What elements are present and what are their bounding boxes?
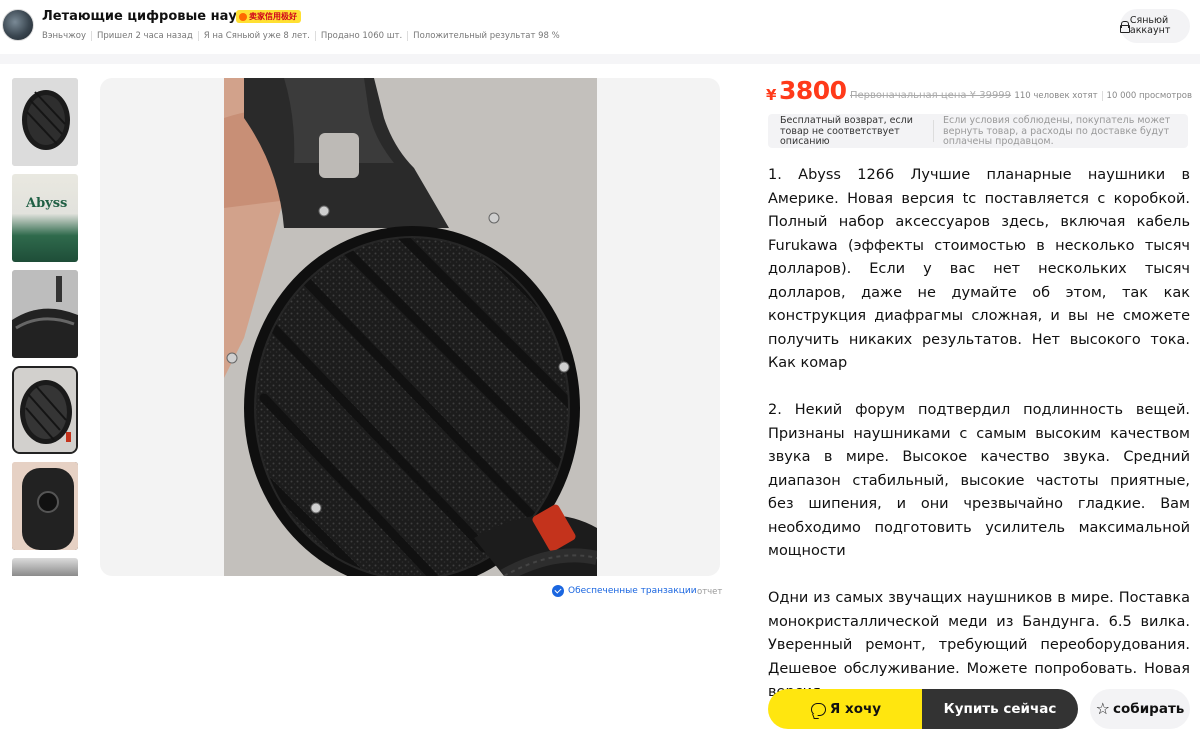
return-policy-title: Бесплатный возврат, если товар не соотве… xyxy=(780,115,913,147)
buy-now-button-label: Купить сейчас xyxy=(943,701,1057,717)
account-button-label: Сяньюй аккаунт xyxy=(1129,15,1171,36)
product-stats: 110 человек хотят 10 000 просмотров xyxy=(1014,91,1192,101)
description-paragraph-1: 1. Abyss 1266 Лучшие планарные наушники … xyxy=(768,167,1190,371)
seller-last-seen: Пришел 2 часа назад xyxy=(90,31,198,41)
return-policy-description: Если условия соблюдены, покупатель может… xyxy=(943,115,1171,147)
main-product-image[interactable] xyxy=(100,78,720,576)
want-button[interactable]: Я хочу xyxy=(768,689,924,729)
return-policy-divider xyxy=(933,120,934,142)
chat-bubble-icon xyxy=(810,702,826,716)
currency-symbol: ¥ xyxy=(766,86,777,104)
views-count: 10 000 просмотров xyxy=(1101,91,1192,101)
seller-credit-badge-label: 卖家信用极好 xyxy=(249,12,297,21)
seller-member-since: Я на Сяньюй уже 8 лет. xyxy=(197,31,315,41)
safe-transaction-label: Обеспеченные транзакции xyxy=(568,586,697,596)
thumbnail-1-image xyxy=(12,78,78,166)
return-policy-box: Бесплатный возврат, если товар не соотве… xyxy=(768,114,1188,148)
price-row: ¥ 3800 Первоначальная цена ¥ 39999 110 ч… xyxy=(766,76,1192,108)
thumbnail-3-image xyxy=(12,270,78,358)
description-paragraph-3: Одни из самых звучащих наушников в мире.… xyxy=(768,590,1190,700)
thumbnail-4[interactable] xyxy=(12,366,78,454)
smile-icon xyxy=(239,12,247,21)
thumbnail-4-image xyxy=(14,368,76,452)
thumbnail-5[interactable] xyxy=(12,462,78,550)
seller-meta: Вэньчжоу Пришел 2 часа назад Я на Сяньюй… xyxy=(42,31,565,41)
product-description: 1. Abyss 1266 Лучшие планарные наушники … xyxy=(768,164,1190,728)
header-divider xyxy=(0,54,1200,64)
thumbnail-6[interactable] xyxy=(12,558,78,576)
seller-header: Летающие цифровые наушники 卖家信用极好 Вэньчж… xyxy=(0,0,1200,52)
description-paragraph-2: 2. Некий форум подтвердил подлинность ве… xyxy=(768,402,1190,559)
thumbnail-3[interactable] xyxy=(12,270,78,358)
collect-button[interactable]: ☆ собирать xyxy=(1090,689,1190,729)
thumbnail-1[interactable] xyxy=(12,78,78,166)
lock-icon xyxy=(1120,21,1130,33)
report-link[interactable]: отчет xyxy=(697,587,722,597)
seller-avatar[interactable] xyxy=(2,9,34,41)
safe-transaction-link[interactable]: Обеспеченные транзакции xyxy=(552,585,697,597)
original-price: Первоначальная цена ¥ 39999 xyxy=(850,90,1012,101)
headphone-illustration xyxy=(224,78,597,576)
seller-location: Вэньчжоу xyxy=(42,31,86,41)
want-button-label: Я хочу xyxy=(829,701,882,717)
shield-check-icon xyxy=(552,585,564,597)
seller-positive-rate: Положительный результат 98 % xyxy=(407,31,565,41)
thumbnail-2[interactable]: Abyss xyxy=(12,174,78,262)
buy-now-button[interactable]: Купить сейчас xyxy=(922,689,1078,729)
account-button[interactable]: Сяньюй аккаунт xyxy=(1120,9,1190,43)
wants-count: 110 человек хотят xyxy=(1014,91,1098,101)
headphone-photo xyxy=(224,78,597,576)
price: 3800 xyxy=(779,76,847,105)
abyss-logo: Abyss xyxy=(26,196,68,211)
star-icon: ☆ xyxy=(1095,699,1111,718)
collect-button-label: собирать xyxy=(1113,701,1185,717)
seller-credit-badge: 卖家信用极好 xyxy=(236,10,301,23)
seller-sold-count: Продано 1060 шт. xyxy=(314,31,407,41)
thumbnail-5-image xyxy=(12,462,78,550)
thumbnail-strip[interactable]: Abyss xyxy=(0,76,92,576)
